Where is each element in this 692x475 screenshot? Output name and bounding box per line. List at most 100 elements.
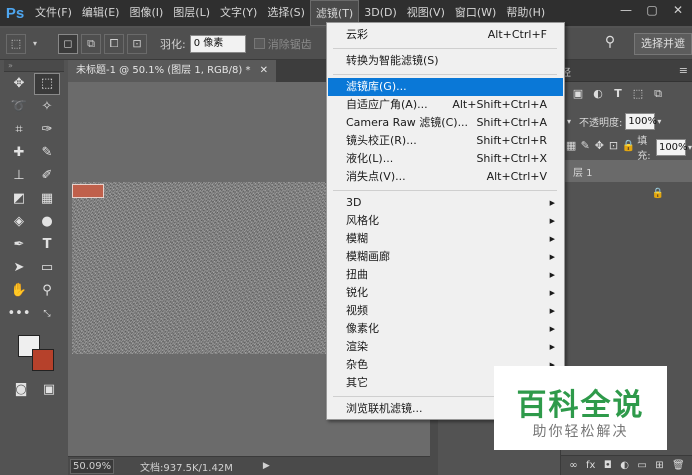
- menu-item-render[interactable]: 渲染 ▶: [328, 338, 563, 356]
- menu-item-shortcut: Alt+Ctrl+F: [487, 28, 547, 41]
- marquee-preset-icon[interactable]: ⬚: [6, 33, 26, 54]
- blend-mode-chevron-icon[interactable]: ▾: [567, 117, 571, 126]
- menu-item-pixelate[interactable]: 像素化 ▶: [328, 320, 563, 338]
- lock-move-icon[interactable]: ✥: [593, 139, 605, 155]
- zoom-level-field[interactable]: 50.09%: [70, 458, 114, 474]
- opacity-input[interactable]: 100%: [625, 112, 657, 130]
- lock-artboard-icon[interactable]: ⊡: [607, 139, 619, 155]
- noise-image-layer[interactable]: [72, 182, 362, 354]
- intersect-selection-icon[interactable]: ⊡: [127, 33, 147, 54]
- eyedropper-icon[interactable]: ✑: [34, 119, 60, 141]
- layer-row-background[interactable]: 🔒: [561, 182, 692, 204]
- menu-edit[interactable]: 编辑(E): [77, 0, 125, 26]
- menu-item-label: 液化(L)...: [346, 152, 394, 165]
- menu-item-clouds[interactable]: 云彩 Alt+Ctrl+F: [328, 26, 563, 44]
- new-group-icon[interactable]: ▭: [637, 460, 646, 471]
- menu-item-label: 模糊: [346, 232, 368, 245]
- chevron-down-icon[interactable]: ▾: [29, 34, 41, 54]
- feather-input[interactable]: 0 像素: [189, 34, 246, 53]
- menu-select[interactable]: 选择(S): [262, 0, 310, 26]
- fill-chevron-icon[interactable]: ▾: [688, 143, 692, 152]
- menu-item-convert-smart-filter[interactable]: 转换为智能滤镜(S): [328, 52, 563, 70]
- eraser-icon[interactable]: ◩: [6, 188, 32, 210]
- menu-item-blur[interactable]: 模糊 ▶: [328, 230, 563, 248]
- smart-object-filter-icon[interactable]: ⧉: [649, 87, 667, 103]
- brush-tool-icon[interactable]: ✎: [34, 142, 60, 164]
- delete-layer-icon[interactable]: 🗑: [672, 460, 685, 471]
- panel-menu-icon[interactable]: ≡: [679, 64, 688, 77]
- magic-wand-icon[interactable]: ✧: [34, 96, 60, 118]
- menu-item-3d[interactable]: 3D ▶: [328, 194, 563, 212]
- layer-style-icon[interactable]: fx: [586, 460, 595, 471]
- minimize-icon[interactable]: —: [614, 3, 638, 17]
- new-selection-icon[interactable]: ◻: [58, 33, 78, 54]
- adjustment-filter-icon[interactable]: ◐: [589, 87, 607, 103]
- document-tab-title: 未标题-1 @ 50.1% (图层 1, RGB/8) *: [76, 65, 251, 76]
- new-layer-icon[interactable]: ⊞: [655, 460, 663, 471]
- gradient-tool-icon[interactable]: ▦: [34, 188, 60, 210]
- menu-item-stylize[interactable]: 风格化 ▶: [328, 212, 563, 230]
- subtract-selection-icon[interactable]: ⧠: [104, 33, 124, 54]
- maximize-icon[interactable]: ▢: [640, 3, 664, 17]
- add-selection-icon[interactable]: ⧉: [81, 33, 101, 54]
- close-tab-icon[interactable]: ✕: [260, 65, 268, 76]
- background-color-swatch[interactable]: [32, 349, 54, 371]
- type-tool-icon[interactable]: T: [34, 234, 60, 256]
- link-layers-icon[interactable]: ∞: [569, 460, 577, 471]
- quick-mask-icon[interactable]: ◙: [8, 378, 34, 400]
- menu-item-adaptive-wide-angle[interactable]: 自适应广角(A)... Alt+Shift+Ctrl+A: [328, 96, 563, 114]
- menu-item-shortcut: Shift+Ctrl+R: [476, 134, 547, 147]
- lock-all-icon[interactable]: 🔒: [622, 139, 636, 155]
- history-brush-icon[interactable]: ✐: [34, 165, 60, 187]
- menu-layer[interactable]: 图层(L): [168, 0, 215, 26]
- menu-item-lens-correction[interactable]: 镜头校正(R)... Shift+Ctrl+R: [328, 132, 563, 150]
- crop-tool-icon[interactable]: ⌗: [6, 119, 32, 141]
- layer-row-selected[interactable]: 层 1: [561, 160, 692, 182]
- menu-item-filter-gallery[interactable]: 滤镜库(G)...: [328, 78, 563, 96]
- type-filter-icon[interactable]: T: [609, 87, 627, 103]
- clone-stamp-icon[interactable]: ⊥: [6, 165, 32, 187]
- menu-item-vanishing-point[interactable]: 消失点(V)... Alt+Ctrl+V: [328, 168, 563, 186]
- menu-item-liquify[interactable]: 液化(L)... Shift+Ctrl+X: [328, 150, 563, 168]
- path-select-icon[interactable]: ➤: [6, 257, 32, 279]
- menu-item-video[interactable]: 视频 ▶: [328, 302, 563, 320]
- move-tool-icon[interactable]: ✥: [6, 73, 32, 95]
- zoom-tool-icon[interactable]: ⚲: [34, 280, 60, 302]
- document-info: 文档:937.5K/1.42M: [140, 462, 233, 474]
- opacity-chevron-icon[interactable]: ▾: [657, 117, 661, 126]
- swap-colors-icon[interactable]: ⤡: [34, 303, 60, 325]
- tools-panel: » ✥ ⬚ ➰ ✧ ⌗ ✑ ✚ ✎ ⊥ ✐ ◩ ▦ ◈ ● ✒ T ➤ ▭ ✋ ⚲ ••• ⤡ ◙ ▣: [4, 60, 64, 410]
- lock-brush-icon[interactable]: ✎: [579, 139, 591, 155]
- fill-input[interactable]: 100%: [655, 138, 688, 156]
- antialias-checkbox[interactable]: [253, 38, 265, 49]
- document-tab[interactable]: 未标题-1 @ 50.1% (图层 1, RGB/8) * ✕: [68, 60, 277, 82]
- rectangle-tool-icon[interactable]: ▭: [34, 257, 60, 279]
- marquee-tool-icon[interactable]: ⬚: [34, 72, 60, 95]
- toolbar-grip[interactable]: »: [4, 60, 64, 72]
- screen-mode-icon[interactable]: ▣: [36, 378, 62, 400]
- image-filter-icon[interactable]: ▣: [569, 87, 587, 103]
- menu-item-blur-gallery[interactable]: 模糊画廊 ▶: [328, 248, 563, 266]
- menu-item-distort[interactable]: 扭曲 ▶: [328, 266, 563, 284]
- select-and-mask-button[interactable]: 选择并遮: [634, 33, 692, 55]
- more-tools-icon[interactable]: •••: [6, 303, 32, 325]
- pen-tool-icon[interactable]: ✒: [6, 234, 32, 256]
- menu-image[interactable]: 图像(I): [124, 0, 168, 26]
- menu-type[interactable]: 文字(Y): [215, 0, 262, 26]
- blur-tool-icon[interactable]: ◈: [6, 211, 32, 233]
- add-mask-icon[interactable]: ◘: [604, 460, 612, 471]
- close-icon[interactable]: ✕: [666, 3, 690, 17]
- search-icon[interactable]: ⚲: [600, 34, 620, 54]
- menu-file[interactable]: 文件(F): [30, 0, 77, 26]
- menu-item-sharpen[interactable]: 锐化 ▶: [328, 284, 563, 302]
- healing-brush-icon[interactable]: ✚: [6, 142, 32, 164]
- dodge-tool-icon[interactable]: ●: [34, 211, 60, 233]
- status-menu-arrow-icon[interactable]: ▶: [263, 461, 270, 471]
- adjustment-layer-icon[interactable]: ◐: [620, 460, 629, 471]
- red-rectangle-shape[interactable]: [72, 184, 104, 198]
- shape-filter-icon[interactable]: ⬚: [629, 87, 647, 103]
- menu-item-camera-raw[interactable]: Camera Raw 滤镜(C)... Shift+Ctrl+A: [328, 114, 563, 132]
- lock-transparent-icon[interactable]: ▦: [565, 139, 577, 155]
- hand-tool-icon[interactable]: ✋: [6, 280, 32, 302]
- lasso-tool-icon[interactable]: ➰: [6, 96, 32, 118]
